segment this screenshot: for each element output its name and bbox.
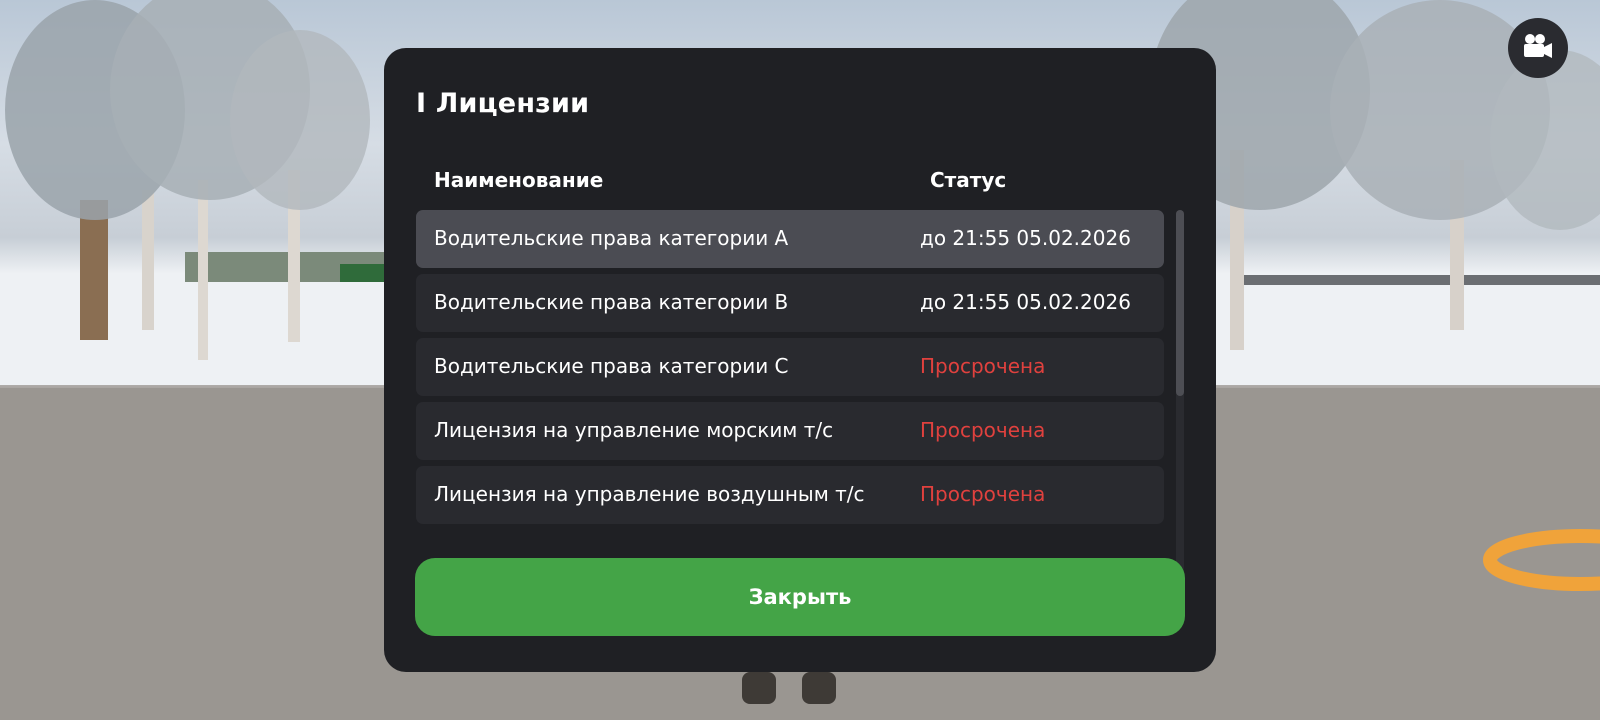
panel-title: I Лицензии [416,88,590,119]
licenses-panel: I Лицензии Наименование Статус Водительс… [384,48,1216,672]
license-name: Водительские права категории A [434,226,789,250]
character-foot [742,672,776,704]
camera-toggle-button[interactable] [1508,18,1568,78]
license-status: до 21:55 05.02.2026 [920,226,1131,250]
video-camera-icon [1521,32,1555,64]
tree-trunk [198,180,208,360]
scrollbar-thumb[interactable] [1176,210,1184,396]
distant-train [1230,275,1600,285]
license-name: Лицензия на управление воздушным т/с [434,482,865,506]
license-row[interactable]: Водительские права категории B до 21:55 … [416,274,1164,332]
license-row[interactable]: Лицензия на управление морским т/с Проср… [416,402,1164,460]
tree-trunk [80,200,108,340]
license-name: Водительские права категории C [434,354,789,378]
column-header-status: Статус [930,168,1007,192]
table-header: Наименование Статус [434,168,1174,196]
license-name: Лицензия на управление морским т/с [434,418,834,442]
license-status: Просрочена [920,418,1046,442]
close-button[interactable]: Закрыть [415,558,1185,636]
tree-crown [230,30,370,210]
character-foot [802,672,836,704]
license-status: Просрочена [920,482,1046,506]
column-header-name: Наименование [434,168,604,192]
list-scrollbar[interactable] [1176,210,1184,572]
license-status: до 21:55 05.02.2026 [920,290,1131,314]
tree-trunk [142,190,154,330]
distant-building [340,264,390,282]
license-name: Водительские права категории B [434,290,789,314]
license-status: Просрочена [920,354,1046,378]
license-row[interactable]: Водительские права категории C Просрочен… [416,338,1164,396]
license-row[interactable]: Лицензия на управление воздушным т/с Про… [416,466,1164,524]
licenses-list[interactable]: Водительские права категории A до 21:55 … [416,210,1164,572]
license-row[interactable]: Водительские права категории A до 21:55 … [416,210,1164,268]
